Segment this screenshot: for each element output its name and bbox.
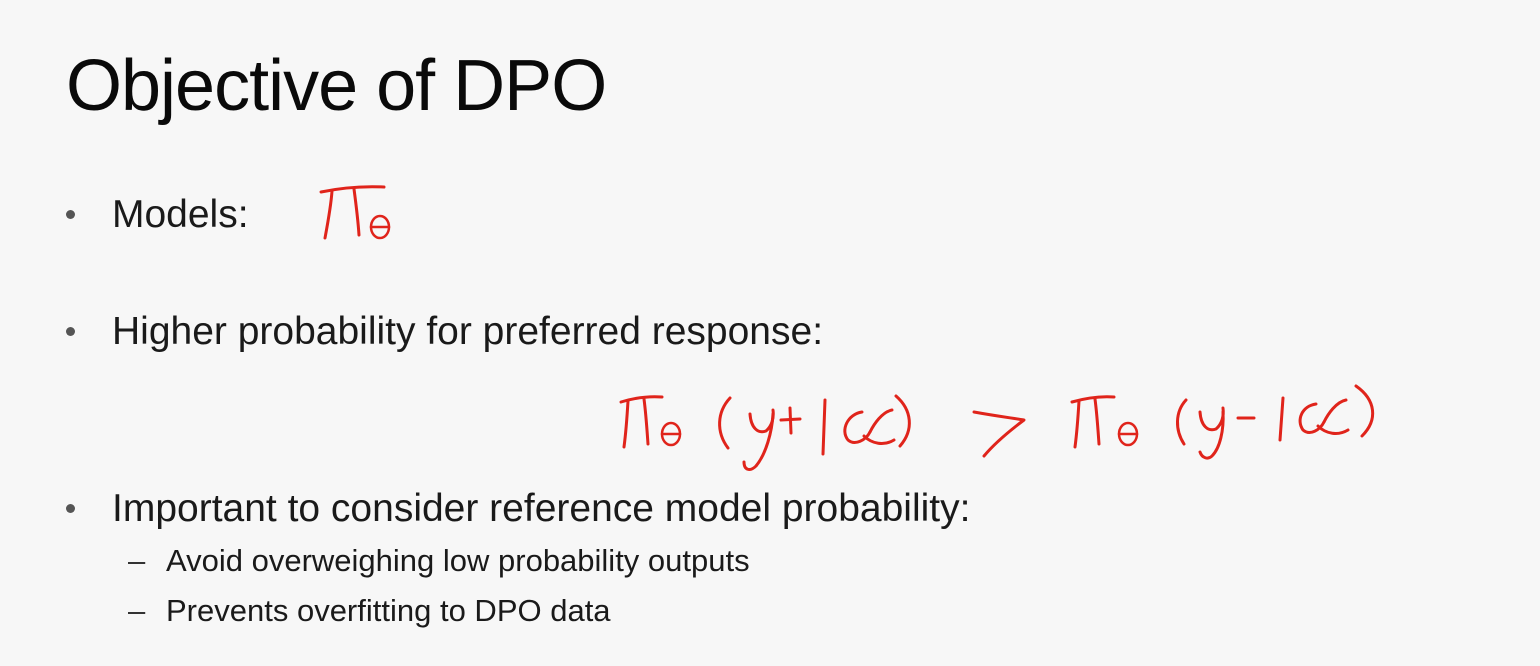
bullet-dot [66, 210, 75, 219]
slide: Objective of DPO Models: Higher probabil… [0, 0, 1540, 666]
bullet-dot [66, 504, 75, 513]
bullet-text: Higher probability for preferred respons… [112, 310, 824, 353]
bullet-dot [66, 327, 75, 336]
slide-title: Objective of DPO [66, 46, 607, 126]
handwritten-inequality [619, 384, 1375, 471]
handwritten-pi-theta [319, 185, 391, 240]
sub-bullet-text: Prevents overfitting to DPO data [166, 593, 611, 628]
sub-bullet-dash: – [128, 543, 146, 578]
sub-bullet-text: Avoid overweighing low probability outpu… [166, 543, 750, 578]
bullet-text: Models: [112, 193, 249, 236]
sub-bullet-dash: – [128, 593, 146, 628]
bullet-text: Important to consider reference model pr… [112, 487, 971, 530]
